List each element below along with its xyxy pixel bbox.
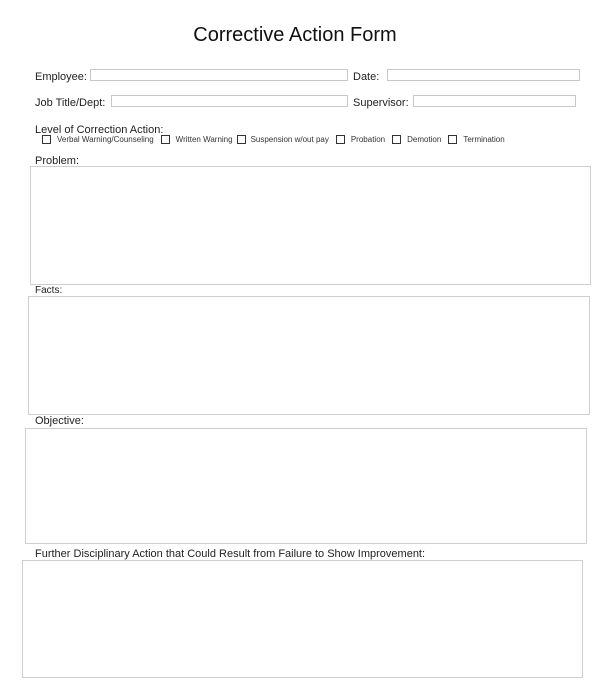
employee-label: Employee: (35, 71, 87, 83)
option-written-warning[interactable]: Written Warning (160, 135, 233, 144)
option-suspension[interactable]: Suspension w/out pay (236, 135, 329, 144)
option-probation[interactable]: Probation (335, 135, 385, 144)
problem-textarea[interactable] (30, 166, 591, 285)
checkbox-icon[interactable] (448, 135, 458, 144)
checkbox-icon[interactable] (236, 135, 246, 144)
supervisor-label: Supervisor: (353, 97, 409, 109)
facts-label: Facts: (35, 285, 63, 296)
objective-textarea[interactable] (25, 428, 587, 544)
option-termination[interactable]: Termination (448, 135, 505, 144)
option-verbal-warning[interactable]: Verbal Warning/Counseling (42, 135, 154, 144)
objective-label: Objective: (35, 415, 84, 427)
employee-field[interactable] (90, 69, 348, 81)
facts-textarea[interactable] (28, 296, 590, 415)
job-title-label: Job Title/Dept: (35, 97, 106, 109)
supervisor-field[interactable] (413, 95, 576, 107)
checkbox-icon[interactable] (392, 135, 402, 144)
date-field[interactable] (387, 69, 580, 81)
date-label: Date: (353, 71, 380, 83)
correction-options: Verbal Warning/Counseling Written Warnin… (42, 135, 512, 144)
further-action-textarea[interactable] (22, 560, 583, 678)
job-title-field[interactable] (111, 95, 348, 107)
checkbox-icon[interactable] (335, 135, 345, 144)
checkbox-icon[interactable] (42, 135, 51, 144)
option-demotion[interactable]: Demotion (392, 135, 441, 144)
further-action-label: Further Disciplinary Action that Could R… (35, 548, 426, 560)
checkbox-icon[interactable] (160, 135, 170, 144)
form-title: Corrective Action Form (193, 24, 397, 46)
